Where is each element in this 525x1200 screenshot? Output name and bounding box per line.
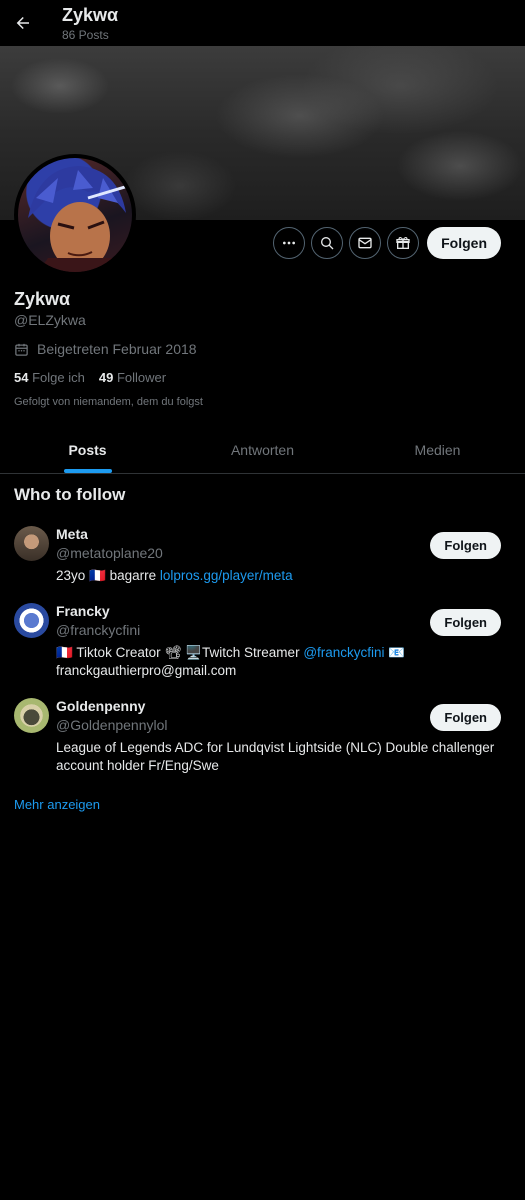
tab-posts[interactable]: Posts: [0, 430, 175, 473]
joined-date: Beigetreten Februar 2018: [14, 341, 197, 357]
suggestion-follow-button[interactable]: Folgen: [430, 532, 501, 559]
followed-by-note: Gefolgt von niemandem, dem du folgst: [14, 396, 203, 408]
back-button[interactable]: [8, 8, 38, 38]
tab-media[interactable]: Medien: [350, 430, 525, 473]
bio-text: League of Legends ADC for Lundqvist Ligh…: [56, 740, 495, 773]
suggestion-avatar[interactable]: [14, 698, 49, 733]
arrow-left-icon: [16, 17, 29, 29]
suggestion-item[interactable]: Goldenpenny @Goldenpennylol League of Le…: [0, 698, 525, 778]
suggestion-follow-button[interactable]: Folgen: [430, 704, 501, 731]
bio-text: 23yo 🇫🇷 bagarre: [56, 568, 160, 583]
suggestion-bio: League of Legends ADC for Lundqvist Ligh…: [56, 739, 496, 775]
profile-header: Zykwα 86 Posts: [0, 0, 525, 46]
joined-label: Beigetreten Februar 2018: [37, 341, 197, 357]
suggestion-item[interactable]: Meta @metatoplane20 23yo 🇫🇷 bagarre lolp…: [0, 526, 525, 606]
who-to-follow-title: Who to follow: [14, 485, 126, 504]
suggestion-avatar[interactable]: [14, 526, 49, 561]
suggestion-avatar[interactable]: [14, 603, 49, 638]
bio-link[interactable]: lolpros.gg/player/meta: [160, 568, 293, 583]
profile-tabs: Posts Antworten Medien: [0, 430, 525, 474]
followers-label: Follower: [116, 370, 167, 385]
suggestion-item[interactable]: Francky @franckycfini 🇫🇷 Tiktok Creator …: [0, 603, 525, 683]
follow-counts: 54 Folge ich 49 Follower: [14, 370, 166, 385]
suggestion-name[interactable]: Goldenpenny: [56, 698, 145, 714]
more-button[interactable]: [273, 227, 306, 259]
gift-button[interactable]: [387, 227, 420, 259]
followers-link[interactable]: 49 Follower: [99, 370, 166, 385]
profile-avatar[interactable]: [14, 154, 136, 276]
show-more-link[interactable]: Mehr anzeigen: [14, 797, 100, 812]
suggestion-follow-button[interactable]: Folgen: [430, 609, 501, 636]
calendar-icon: [15, 343, 28, 356]
suggestion-handle: @Goldenpennylol: [56, 717, 168, 733]
following-count: 54: [14, 370, 29, 385]
profile-actions: Folgen: [273, 227, 501, 259]
tab-replies[interactable]: Antworten: [175, 430, 350, 473]
suggestion-bio: 🇫🇷 Tiktok Creator 📽 🖥️Twitch Streamer @f…: [56, 644, 496, 680]
suggestion-name[interactable]: Meta: [56, 526, 88, 542]
suggestion-bio: 23yo 🇫🇷 bagarre lolpros.gg/player/meta: [56, 567, 496, 585]
header-title: Zykwα: [62, 5, 119, 25]
followers-count: 49: [98, 370, 114, 385]
header-post-count: 86 Posts: [62, 28, 109, 42]
suggestion-handle: @franckycfini: [56, 622, 141, 638]
suggestion-handle: @metatoplane20: [56, 545, 163, 561]
more-horizontal-icon: [283, 241, 296, 245]
follow-button[interactable]: Folgen: [427, 227, 501, 259]
gift-icon: [396, 237, 410, 249]
bio-text: 🇫🇷 Tiktok Creator 📽 🖥️Twitch Streamer: [56, 645, 304, 660]
suggestion-name[interactable]: Francky: [56, 603, 110, 619]
search-icon: [321, 237, 334, 250]
message-button[interactable]: [349, 227, 382, 259]
following-label: Folge ich: [32, 370, 85, 385]
following-link[interactable]: 54 Folge ich: [14, 370, 85, 385]
avatar-illustration: [28, 166, 129, 272]
profile-name: Zykwα: [14, 289, 71, 309]
profile-handle: @ELZykwa: [14, 312, 86, 328]
envelope-icon: [358, 237, 372, 249]
bio-link[interactable]: @franckycfini: [303, 645, 384, 660]
search-profile-button[interactable]: [311, 227, 344, 259]
